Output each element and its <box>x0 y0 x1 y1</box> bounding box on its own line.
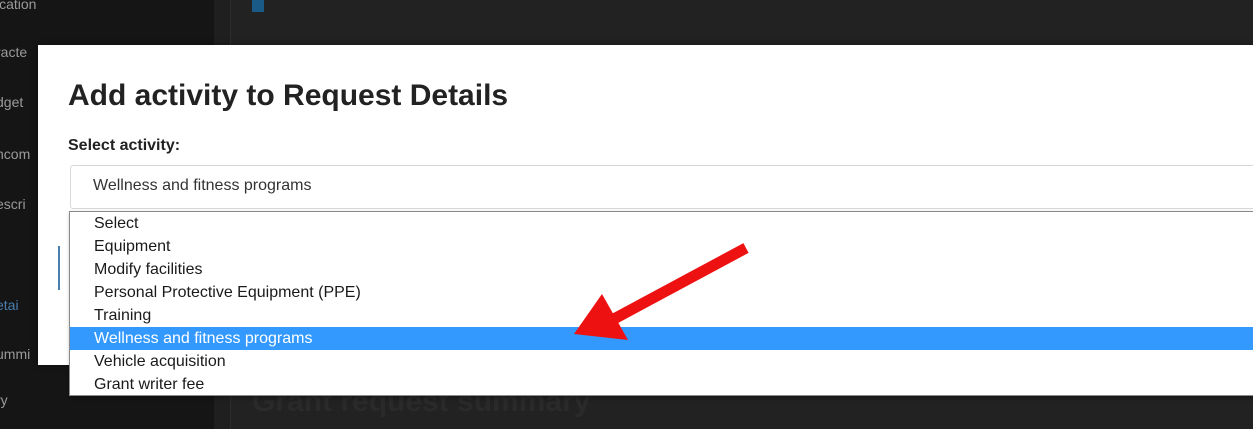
sidebar-item: etai <box>0 297 19 313</box>
dropdown-option[interactable]: Grant writer fee <box>70 373 1253 396</box>
sidebar-item: ication <box>0 0 37 12</box>
sidebar-item: dget <box>0 94 24 110</box>
dropdown-option[interactable]: Equipment <box>70 235 1253 258</box>
sidebar-item: escri <box>0 196 26 212</box>
dropdown-option[interactable]: Training <box>70 304 1253 327</box>
sidebar-item: racte <box>0 44 28 60</box>
dropdown-option[interactable]: Vehicle acquisition <box>70 350 1253 373</box>
modal-title: Add activity to Request Details <box>68 79 509 112</box>
dropdown-option-selected[interactable]: Wellness and fitness programs <box>70 327 1253 350</box>
sidebar-item: ry <box>0 392 8 408</box>
select-activity-label: Select activity: <box>68 137 181 154</box>
activity-select[interactable]: Wellness and fitness programs <box>70 165 1253 209</box>
activity-select-value: Wellness and fitness programs <box>93 177 312 194</box>
background-accent <box>252 0 264 12</box>
dropdown-option[interactable]: Select <box>70 212 1253 235</box>
sidebar-item: ummi <box>0 346 31 362</box>
dropdown-option[interactable]: Modify facilities <box>70 258 1253 281</box>
dropdown-option[interactable]: Personal Protective Equipment (PPE) <box>70 281 1253 304</box>
activity-dropdown-list[interactable]: Select Equipment Modify facilities Perso… <box>69 211 1253 396</box>
sidebar-item: ncom <box>0 146 31 162</box>
